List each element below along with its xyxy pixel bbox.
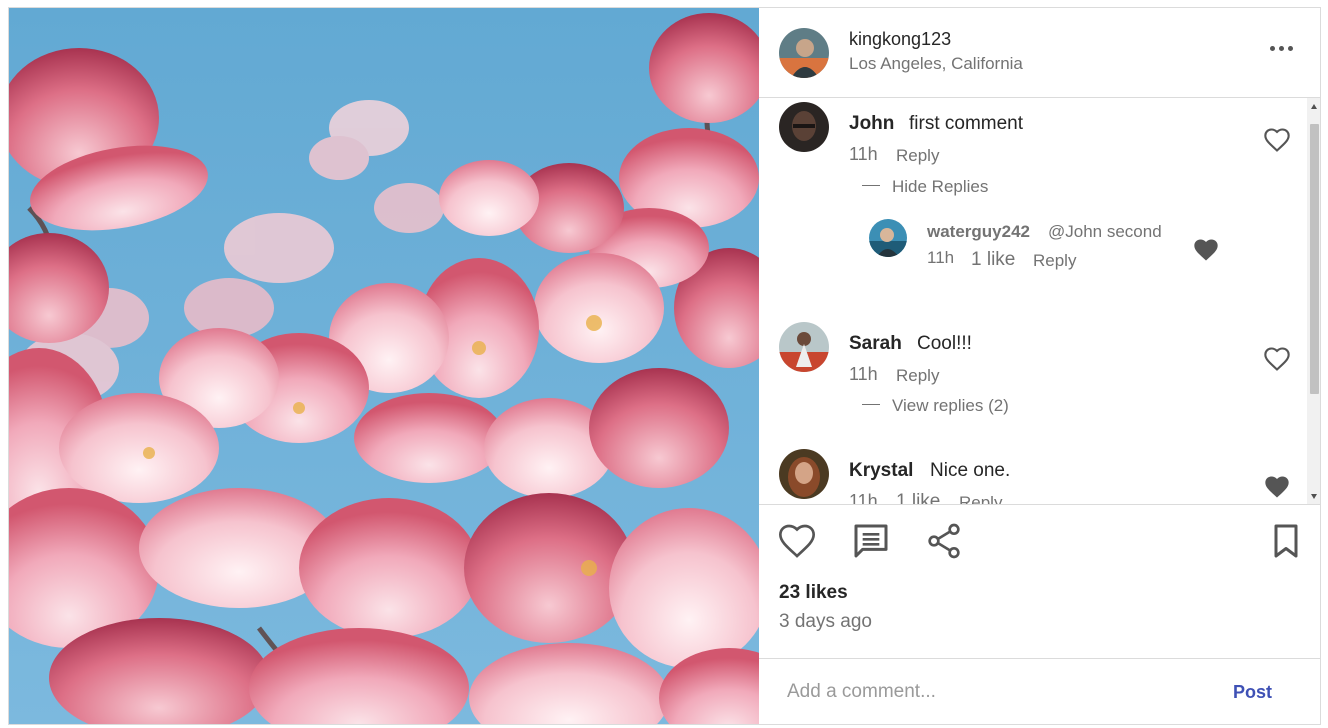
commenter-avatar[interactable] <box>779 102 829 152</box>
comment-time: 11h <box>849 144 878 164</box>
bookmark-icon <box>1274 524 1298 558</box>
reply-button[interactable]: Reply <box>959 493 1002 504</box>
reply-text: @John second <box>1048 222 1162 241</box>
post-timestamp: 3 days ago <box>779 611 872 632</box>
scroll-down-arrow[interactable] <box>1311 494 1317 499</box>
scroll-up-arrow[interactable] <box>1311 104 1317 109</box>
author-username[interactable]: kingkong123 <box>849 29 951 50</box>
post-header: kingkong123 Los Angeles, California <box>759 8 1320 98</box>
commenter-name[interactable]: Krystal <box>849 460 913 482</box>
likes-count[interactable]: 23 likes <box>779 582 848 604</box>
share-button[interactable] <box>924 521 964 561</box>
heart-filled-icon <box>1194 239 1218 261</box>
heart-outline-icon <box>1264 128 1290 152</box>
share-icon <box>928 523 960 559</box>
heart-filled-icon <box>1265 476 1289 498</box>
reply-button[interactable]: Reply <box>896 366 939 386</box>
replier-avatar[interactable] <box>869 219 907 257</box>
comment-text: first comment <box>909 113 1024 134</box>
post-card: kingkong123 Los Angeles, California John… <box>8 7 1321 725</box>
comment-icon <box>854 524 888 558</box>
commenter-avatar[interactable] <box>779 449 829 499</box>
reply-button[interactable]: Reply <box>1033 251 1076 271</box>
post-actions: 23 likes 3 days ago <box>759 505 1320 659</box>
more-options-button[interactable] <box>1265 36 1299 60</box>
heart-outline-icon <box>778 524 816 558</box>
add-comment-bar: Post <box>759 659 1320 724</box>
comment-text: Cool!!! <box>917 333 972 354</box>
heart-outline-icon <box>1264 347 1290 371</box>
comment-time: 11h <box>849 364 878 384</box>
comment-button[interactable] <box>851 521 891 561</box>
magnolia-blossoms-photo <box>9 8 759 724</box>
more-horizontal-icon <box>1270 46 1275 51</box>
comment-like-button[interactable] <box>1263 474 1291 500</box>
author-location[interactable]: Los Angeles, California <box>849 54 1023 74</box>
post-panel: kingkong123 Los Angeles, California John… <box>759 8 1320 724</box>
commenter-name[interactable]: John <box>849 113 894 135</box>
view-replies-toggle[interactable]: View replies (2) <box>862 396 1009 416</box>
comments-scrollbar[interactable] <box>1307 98 1320 504</box>
replier-name[interactable]: waterguy242 <box>927 222 1030 242</box>
commenter-name[interactable]: Sarah <box>849 333 902 355</box>
post-comment-button[interactable]: Post <box>1233 682 1272 703</box>
reply-button[interactable]: Reply <box>896 146 939 166</box>
scroll-thumb[interactable] <box>1310 124 1319 394</box>
comment-like-button[interactable] <box>1263 127 1291 153</box>
reply-time: 11h <box>927 248 955 267</box>
commenter-avatar[interactable] <box>779 322 829 372</box>
comment-text: Nice one. <box>930 460 1011 481</box>
like-button[interactable] <box>777 521 817 561</box>
comment-time: 11h <box>849 491 878 505</box>
comment-likes-count[interactable]: 1 like <box>896 491 940 504</box>
comment-input[interactable] <box>787 675 1207 709</box>
hide-replies-toggle[interactable]: Hide Replies <box>862 177 988 197</box>
author-avatar[interactable] <box>779 28 829 78</box>
reply-like-button[interactable] <box>1192 237 1220 263</box>
reply-likes-count[interactable]: 1 like <box>971 249 1015 271</box>
post-photo <box>9 8 759 724</box>
comments-list[interactable]: John first comment 11h Reply Hide Replie… <box>759 98 1320 505</box>
save-button[interactable] <box>1266 521 1306 561</box>
comment-like-button[interactable] <box>1263 346 1291 372</box>
